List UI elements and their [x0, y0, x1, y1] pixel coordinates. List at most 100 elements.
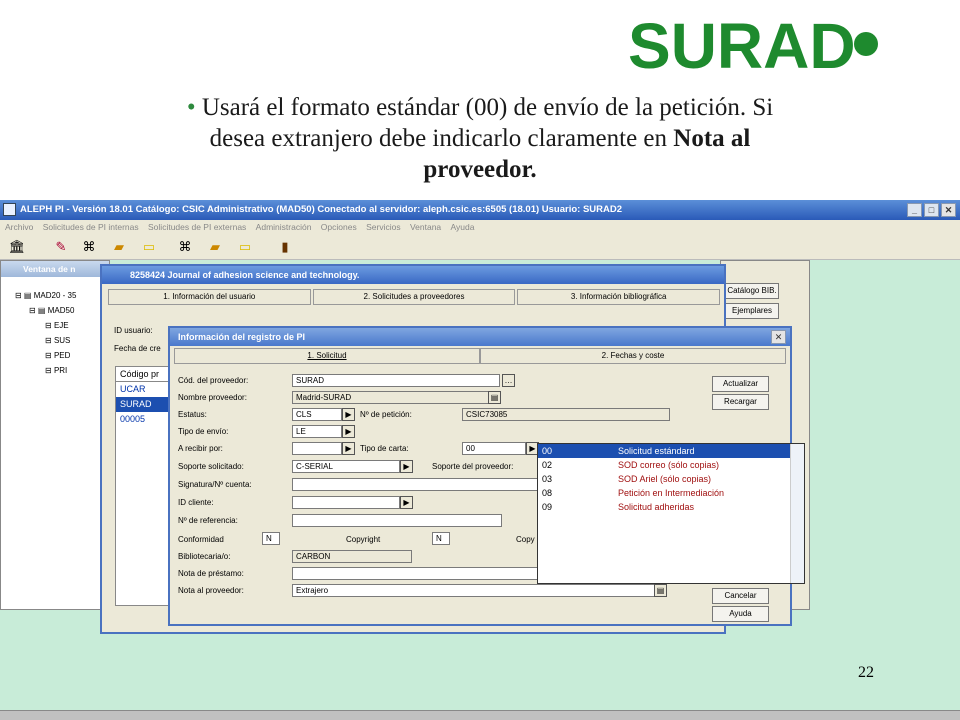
dialog-close-button[interactable]: ✕	[771, 330, 786, 344]
record-tabs: 1. Información del usuario 2. Solicitude…	[108, 289, 722, 305]
maximize-button[interactable]: □	[924, 203, 939, 217]
record-window-title: 8258424 Journal of adhesion science and …	[102, 266, 724, 284]
slide-line2: desea extranjero debe indicarlo claramen…	[209, 125, 668, 152]
list-item[interactable]: 00005	[116, 412, 172, 427]
tipo-envio-arrow-icon[interactable]: ▶	[342, 425, 355, 438]
folder-open-icon[interactable]: ▰	[206, 238, 224, 256]
note-icon[interactable]: ▤	[488, 391, 501, 404]
list-item[interactable]: SURAD	[116, 397, 172, 412]
cod-proveedor-input[interactable]: SURAD	[292, 374, 500, 387]
tipo-carta-label: Tipo de carta:	[360, 444, 409, 453]
logo-text: SURAD	[628, 10, 856, 76]
recibir-arrow-icon[interactable]: ▶	[342, 442, 355, 455]
conformidad-label: Conformidad	[178, 535, 224, 544]
copy-label: Copy	[516, 535, 535, 544]
dropdown-scrollbar[interactable]	[790, 444, 804, 583]
aleph-app: ALEPH PI - Versión 18.01 Catálogo: CSIC …	[0, 200, 960, 710]
tipo-carta-dropdown: 00 Solicitud estándard 02 SOD correo (sólo…	[537, 443, 805, 584]
page-number: 22	[858, 664, 874, 681]
ejemplares-button[interactable]: Ejemplares	[725, 303, 779, 319]
binoculars-icon[interactable]: ⌘	[176, 238, 194, 256]
tree-item[interactable]: ⊟ PRI	[15, 364, 76, 379]
surad-logo: SURAD	[628, 10, 878, 76]
bibliotecaria-label: Bibliotecaria/o:	[178, 552, 231, 561]
list-item[interactable]: UCAR	[116, 382, 172, 397]
tipo-carta-input[interactable]: 00	[462, 442, 526, 455]
id-usuario-label: ID usuario:	[114, 326, 153, 335]
peticion-label: Nº de petición:	[360, 410, 412, 419]
menu-solicitudes-internas[interactable]: Solicitudes de PI internas	[43, 222, 139, 232]
tipo-envio-input[interactable]: LE	[292, 425, 342, 438]
menu-ventana[interactable]: Ventana	[410, 222, 441, 232]
menu-solicitudes-externas[interactable]: Solicitudes de PI externas	[148, 222, 246, 232]
dropdown-option[interactable]: 09 Solicitud adheridas	[538, 500, 790, 514]
more-button[interactable]: …	[502, 374, 515, 387]
code-header: Código pr	[116, 367, 172, 382]
menu-ayuda[interactable]: Ayuda	[451, 222, 475, 232]
nota-proveedor-label: Nota al proveedor:	[178, 586, 244, 595]
folder-open-icon[interactable]: ▰	[110, 238, 128, 256]
ayuda-button[interactable]: Ayuda	[712, 606, 769, 622]
exit-door-icon[interactable]: ▮	[276, 238, 294, 256]
tab-solicitud[interactable]: 1. Solicitud	[174, 348, 480, 364]
tab-usuario[interactable]: 1. Información del usuario	[108, 289, 311, 305]
menu-servicios[interactable]: Servicios	[366, 222, 400, 232]
copyright-label: Copyright	[346, 535, 381, 544]
folder-icon[interactable]: ▭	[236, 238, 254, 256]
dropdown-option[interactable]: 08 Petición en Intermediación	[538, 486, 790, 500]
id-cliente-input[interactable]	[292, 496, 400, 509]
tab-bibliografica[interactable]: 3. Información bibliográfica	[517, 289, 721, 305]
code-list: Código pr UCAR SURAD 00005	[115, 366, 173, 606]
soporte-input[interactable]: C-SERIAL	[292, 460, 400, 473]
close-button[interactable]: ✕	[941, 203, 956, 217]
taskbar	[0, 710, 960, 720]
library-icon[interactable]: 🏛	[8, 238, 26, 256]
id-cliente-arrow-icon[interactable]: ▶	[400, 496, 413, 509]
soporte-arrow-icon[interactable]: ▶	[400, 460, 413, 473]
tree-item[interactable]: ⊟ ▤ MAD20 - 35	[15, 289, 76, 304]
actualizar-button[interactable]: Actualizar	[712, 376, 769, 392]
recibir-input[interactable]	[292, 442, 342, 455]
note-icon[interactable]: ▤	[654, 584, 667, 597]
folder-icon[interactable]: ▭	[140, 238, 158, 256]
tree-item[interactable]: ⊟ ▤ MAD50	[15, 304, 76, 319]
soporte-prov-label: Soporte del proveedor:	[432, 462, 514, 471]
tab-solicitudes[interactable]: 2. Solicitudes a proveedores	[312, 289, 516, 305]
cod-proveedor-label: Cód. del proveedor:	[178, 376, 249, 385]
tab-fechas[interactable]: 2. Fechas y coste	[480, 348, 786, 364]
navigation-window: Ventana de n ⊟ ▤ MAD20 - 35 ⊟ ▤ MAD50 ⊟ …	[0, 260, 110, 610]
cancelar-button[interactable]: Cancelar	[712, 588, 769, 604]
tree: ⊟ ▤ MAD20 - 35 ⊟ ▤ MAD50 ⊟ EJE ⊟ SUS ⊟ P…	[15, 289, 76, 379]
dropdown-option[interactable]: 03 SOD Ariel (sólo copias)	[538, 472, 790, 486]
app-title: ALEPH PI - Versión 18.01 Catálogo: CSIC …	[20, 204, 623, 215]
recargar-button[interactable]: Recargar	[712, 394, 769, 410]
catalogo-bib-button[interactable]: Catálogo BIB.	[725, 283, 779, 299]
menu-opciones[interactable]: Opciones	[321, 222, 357, 232]
binoculars-icon[interactable]: ⌘	[80, 238, 98, 256]
tree-item[interactable]: ⊟ EJE	[15, 319, 76, 334]
referencia-input[interactable]	[292, 514, 502, 527]
dropdown-option[interactable]: 02 SOD correo (sólo copias)	[538, 458, 790, 472]
referencia-label: Nº de referencia:	[178, 516, 238, 525]
dialog-title: Información del registro de PI	[170, 328, 790, 346]
conformidad-input[interactable]: N	[262, 532, 280, 545]
signatura-input[interactable]	[292, 478, 538, 491]
app-icon	[3, 203, 16, 216]
menu-administracion[interactable]: Administración	[256, 222, 312, 232]
tree-item[interactable]: ⊟ PED	[15, 349, 76, 364]
menubar: Archivo Solicitudes de PI internas Solic…	[0, 220, 960, 234]
bullet: •	[186, 94, 196, 121]
menu-archivo[interactable]: Archivo	[5, 222, 33, 232]
dropdown-option[interactable]: 00 Solicitud estándard	[538, 444, 790, 458]
peticion-field: CSIC73085	[462, 408, 670, 421]
slide-text: • Usará el formato estándar (00) de enví…	[80, 92, 880, 185]
nota-proveedor-input[interactable]: Extrajero	[292, 584, 666, 597]
dialog-tabs: 1. Solicitud 2. Fechas y coste	[174, 348, 786, 364]
estatus-arrow-icon[interactable]: ▶	[342, 408, 355, 421]
estatus-input[interactable]: CLS	[292, 408, 342, 421]
tree-item[interactable]: ⊟ SUS	[15, 334, 76, 349]
pen-icon[interactable]: ✎	[52, 238, 70, 256]
minimize-button[interactable]: _	[907, 203, 922, 217]
nota-prestamo-input[interactable]	[292, 567, 538, 580]
copyright-input[interactable]: N	[432, 532, 450, 545]
